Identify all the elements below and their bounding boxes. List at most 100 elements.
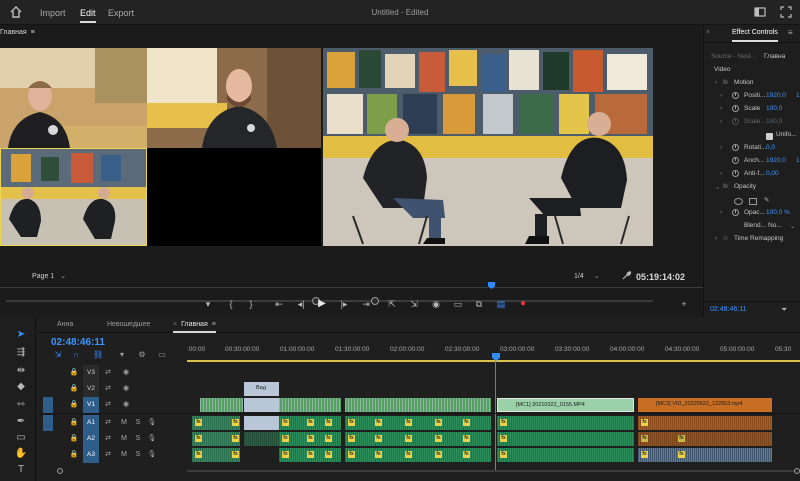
panel-menu-icon[interactable]: ≡ — [788, 28, 793, 37]
param-anchor[interactable]: Anch... 1920,0 1 — [704, 157, 800, 169]
sync-lock-icon[interactable]: ⇄ — [103, 418, 113, 428]
param-uniform-scale[interactable]: Unifo... — [704, 131, 800, 143]
audio-clip[interactable]: fx fx fx fx fx — [345, 448, 491, 462]
audio-clip[interactable]: fx fx — [638, 448, 772, 462]
track-v2[interactable]: Вид — [187, 381, 800, 397]
tab-edit[interactable]: Edit — [80, 8, 96, 23]
sync-lock-icon[interactable]: ⇄ — [103, 450, 113, 460]
audio-clip[interactable]: fx — [497, 416, 634, 430]
scroll-handle-right[interactable] — [794, 468, 800, 474]
lock-icon[interactable]: 🔒 — [69, 400, 79, 410]
track-a2[interactable]: fx fx fx fx fx fx fx fx fx fx fx fx fx — [187, 431, 800, 447]
go-to-out-button[interactable]: ⇥ — [359, 297, 373, 311]
step-back-button[interactable]: ◂| — [294, 297, 308, 311]
stopwatch-icon[interactable] — [732, 209, 739, 216]
nest-icon[interactable]: ⇲ — [53, 350, 63, 360]
solo-button[interactable]: S — [133, 434, 143, 444]
stopwatch-icon[interactable] — [732, 105, 739, 112]
audio-clip[interactable]: fx fx fx fx fx — [345, 432, 491, 446]
track-select-tool-icon[interactable]: ⇶ — [14, 346, 28, 360]
lock-icon[interactable]: 🔒 — [69, 384, 79, 394]
play-button[interactable]: ▶ — [315, 297, 329, 311]
filter-icon[interactable]: ⏷ — [781, 305, 787, 315]
param-rotation[interactable]: › Rotati... 0,0 — [704, 144, 800, 156]
lock-icon[interactable]: 🔒 — [69, 434, 79, 444]
stopwatch-icon[interactable] — [732, 157, 739, 164]
audio-clip[interactable]: fx fx fx — [279, 448, 341, 462]
clip-v2[interactable]: Вид — [244, 382, 279, 396]
audio-clip[interactable]: fx fx — [192, 448, 240, 462]
home-icon[interactable] — [9, 5, 23, 19]
source-row[interactable]: Source - Nest... Главна — [704, 53, 800, 65]
linked-selection-icon[interactable]: ⛓ — [93, 350, 103, 360]
add-marker-button[interactable]: ▾ — [201, 297, 215, 311]
workspaces-icon[interactable] — [754, 6, 766, 18]
camera-angle-3-selected[interactable] — [0, 148, 147, 246]
toggle-proxies-button[interactable]: ⧉ — [472, 297, 486, 311]
source-patch-v1[interactable] — [43, 397, 53, 413]
timeline-scrollbar[interactable] — [57, 468, 800, 474]
param-anti-flicker[interactable]: › Anti-f... 0,00 — [704, 170, 800, 182]
audio-clip[interactable]: fx — [497, 448, 634, 462]
sync-lock-icon[interactable]: ⇄ — [103, 400, 113, 410]
add-marker-icon[interactable]: ▾ — [117, 350, 127, 360]
audio-clip[interactable] — [244, 432, 279, 446]
rectangle-mask-icon[interactable] — [749, 198, 757, 205]
camera-angle-1[interactable] — [0, 48, 147, 148]
export-frame-button[interactable]: ◉ — [429, 297, 443, 311]
mark-in-button[interactable]: { — [224, 297, 238, 311]
clip-v1[interactable] — [244, 398, 279, 412]
lock-icon[interactable]: 🔒 — [69, 368, 79, 378]
ellipse-mask-icon[interactable] — [734, 198, 743, 205]
program-timecode[interactable]: 05:19:14:02 — [636, 272, 685, 282]
fullscreen-icon[interactable] — [780, 6, 792, 18]
audio-clip[interactable]: fx — [497, 432, 634, 446]
stopwatch-icon[interactable] — [732, 92, 739, 99]
page-select[interactable]: Page 1 ⌄ — [32, 272, 66, 280]
audio-clip[interactable]: fx fx — [638, 432, 772, 446]
param-scale[interactable]: › Scale 100,0 — [704, 105, 800, 117]
tab-export[interactable]: Export — [108, 8, 134, 18]
mute-button[interactable]: M — [119, 450, 129, 460]
eye-icon[interactable]: ◉ — [121, 384, 131, 394]
clip-v1[interactable] — [279, 398, 341, 412]
pen-tool-icon[interactable]: ✒ — [14, 415, 28, 429]
effect-controls-timecode[interactable]: 02:48:46:11 — [710, 306, 746, 313]
timeline-timecode[interactable]: 02:48:46:11 — [51, 337, 105, 348]
audio-clip[interactable]: fx fx — [192, 432, 240, 446]
track-v3[interactable] — [187, 365, 800, 381]
effect-motion[interactable]: › fx Motion — [704, 79, 800, 91]
eye-icon[interactable]: ◉ — [121, 368, 131, 378]
audio-clip[interactable]: fx fx fx fx fx — [345, 416, 491, 430]
effect-controls-tab[interactable]: Effect Controls — [732, 29, 778, 42]
camera-angle-2[interactable] — [147, 48, 321, 148]
track-a3[interactable]: fx fx fx fx fx fx fx fx fx fx fx fx fx — [187, 447, 800, 463]
stopwatch-icon[interactable] — [732, 144, 739, 151]
lift-button[interactable]: ⇱ — [385, 297, 399, 311]
hand-tool-icon[interactable]: ✋ — [14, 447, 28, 461]
track-v1[interactable]: [MC1] 20210322_0155.MP4 [MC3] VID_202206… — [187, 397, 800, 413]
lock-icon[interactable]: 🔒 — [69, 418, 79, 428]
tab-sequence-unused[interactable]: Невошедшее — [107, 321, 150, 328]
effect-time-remapping[interactable]: › fx Time Remapping — [704, 235, 800, 247]
button-editor-icon[interactable]: + — [677, 297, 691, 311]
sync-lock-icon[interactable]: ⇄ — [103, 368, 113, 378]
comparison-view-button[interactable]: ▭ — [451, 297, 465, 311]
track-a1[interactable]: fx fx fx fx fx fx fx fx fx fx fx fx — [187, 415, 800, 431]
type-tool-icon[interactable]: T — [14, 463, 28, 477]
param-blend-mode[interactable]: Blend... No... ⌄ — [704, 222, 800, 234]
eye-icon[interactable]: ◉ — [121, 400, 131, 410]
param-scale-width[interactable]: › Scale... 100,0 — [704, 118, 800, 130]
camera-angle-4-empty[interactable] — [147, 148, 321, 246]
extract-button[interactable]: ⇲ — [407, 297, 421, 311]
work-area-bar[interactable] — [187, 360, 800, 362]
audio-clip[interactable]: fx — [638, 416, 772, 430]
multi-camera-button[interactable]: ▤ — [494, 297, 508, 311]
mark-out-button[interactable]: } — [244, 297, 258, 311]
audio-clip[interactable]: fx fx fx — [279, 432, 341, 446]
microphone-icon[interactable]: 🎙 — [147, 418, 157, 428]
clip-v1[interactable] — [200, 398, 243, 412]
snap-icon[interactable]: ∩ — [71, 350, 81, 360]
effect-opacity[interactable]: ⌄ fx Opacity — [704, 183, 800, 195]
audio-clip[interactable]: fx fx fx — [279, 416, 341, 430]
